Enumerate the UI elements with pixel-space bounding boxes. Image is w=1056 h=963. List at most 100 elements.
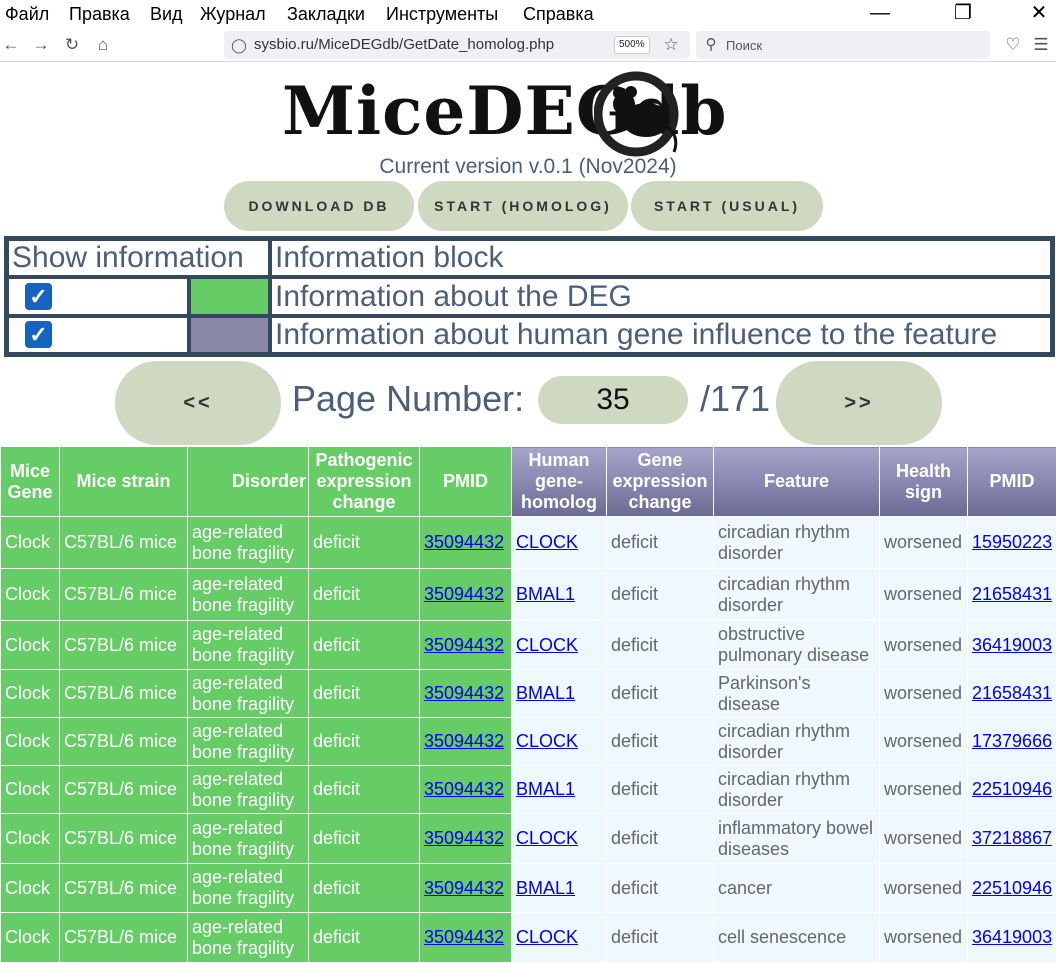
col-pmid-mice[interactable]: PMID (420, 447, 512, 517)
link-pmid-mice[interactable]: 35094432 (424, 878, 504, 898)
menu-bookmarks[interactable]: Закладки (287, 4, 365, 25)
cell-pmid-mice: 35094432 (420, 718, 512, 766)
cell-gene-expression-change: deficit (607, 718, 714, 766)
cell-gene-expression-change: deficit (607, 569, 714, 621)
forward-icon[interactable]: → (30, 34, 52, 56)
col-human-homolog[interactable]: Human gene-homolog (512, 447, 607, 517)
col-pmid-human[interactable]: PMID (968, 447, 1056, 517)
link-pmid-human[interactable]: 21658431 (972, 683, 1052, 703)
link-human-homolog[interactable]: BMAL1 (516, 584, 575, 604)
link-pmid-mice[interactable]: 35094432 (424, 927, 504, 947)
deg-color-swatch (189, 277, 270, 316)
nav-bar: ← → ↻ ⌂ ◯ sysbio.ru/MiceDEGdb/GetDate_ho… (0, 28, 1056, 62)
cell-mice-strain: C57BL/6 mice (60, 864, 188, 913)
cell-pmid-human: 22510946 (968, 766, 1056, 814)
close-icon[interactable]: ✕ (1016, 0, 1056, 28)
menu-history[interactable]: Журнал (200, 4, 266, 25)
link-pmid-mice[interactable]: 35094432 (424, 635, 504, 655)
address-bar[interactable]: ◯ sysbio.ru/MiceDEGdb/GetDate_homolog.ph… (224, 31, 690, 59)
cell-mice-strain: C57BL/6 mice (60, 718, 188, 766)
menu-help[interactable]: Справка (523, 4, 594, 25)
table-row: ClockC57BL/6 miceage-related bone fragil… (1, 814, 1056, 864)
table-header-row: Mice Gene Mice strain Disorder Pathogeni… (1, 447, 1056, 517)
menu-view[interactable]: Вид (150, 4, 183, 25)
col-mice-gene[interactable]: Mice Gene (1, 447, 60, 517)
menu-edit[interactable]: Правка (69, 4, 130, 25)
minimize-icon[interactable]: — (857, 0, 903, 28)
col-mice-strain[interactable]: Mice strain (60, 447, 188, 517)
link-pmid-human[interactable]: 22510946 (972, 779, 1052, 799)
menu-file[interactable]: Файл (5, 4, 49, 25)
pocket-icon[interactable]: ♡ (1002, 34, 1024, 56)
cell-pmid-human: 36419003 (968, 621, 1056, 670)
human-checkbox[interactable]: ✓ (25, 321, 52, 348)
shield-icon[interactable]: ◯ (228, 34, 250, 56)
link-pmid-mice[interactable]: 35094432 (424, 731, 504, 751)
reload-icon[interactable]: ↻ (61, 34, 83, 56)
link-pmid-mice[interactable]: 35094432 (424, 532, 504, 552)
link-pmid-human[interactable]: 37218867 (972, 828, 1052, 848)
cell-mice-strain: C57BL/6 mice (60, 670, 188, 718)
cell-disorder: age-related bone fragility (188, 766, 309, 814)
back-icon[interactable]: ← (0, 34, 22, 56)
link-pmid-mice[interactable]: 35094432 (424, 828, 504, 848)
version-text: Current version v.0.1 (Nov2024) (0, 155, 1056, 179)
col-disorder[interactable]: Disorder (188, 447, 309, 517)
cell-mice-gene: Clock (1, 718, 60, 766)
deg-checkbox[interactable]: ✓ (25, 283, 52, 310)
download-db-button[interactable]: DOWNLOAD DB (224, 181, 414, 231)
cell-feature: obstructive pulmonary disease (714, 621, 880, 670)
link-pmid-mice[interactable]: 35094432 (424, 584, 504, 604)
page-number-input[interactable] (538, 376, 688, 424)
cell-pmid-mice: 35094432 (420, 913, 512, 963)
cell-pathogenic-change: deficit (309, 913, 420, 963)
col-pathogenic-expression[interactable]: Pathogenic expression change (309, 447, 420, 517)
cell-mice-gene: Clock (1, 621, 60, 670)
next-page-button[interactable]: >> (776, 361, 942, 445)
start-usual-button[interactable]: START (USUAL) (631, 181, 823, 231)
cell-feature: cancer (714, 864, 880, 913)
link-human-homolog[interactable]: BMAL1 (516, 779, 575, 799)
link-human-homolog[interactable]: BMAL1 (516, 683, 575, 703)
link-pmid-mice[interactable]: 35094432 (424, 779, 504, 799)
menu-tools[interactable]: Инструменты (386, 4, 498, 25)
link-pmid-mice[interactable]: 35094432 (424, 683, 504, 703)
menu-icon[interactable]: ☰ (1030, 34, 1052, 56)
link-pmid-human[interactable]: 36419003 (972, 927, 1052, 947)
deg-checkbox-cell: ✓ (7, 277, 189, 316)
url-text[interactable]: sysbio.ru/MiceDEGdb/GetDate_homolog.php (254, 36, 554, 53)
search-bar[interactable]: ⚲ Поиск (696, 31, 990, 59)
cell-human-homolog: CLOCK (512, 913, 607, 963)
restore-icon[interactable]: ❐ (940, 0, 986, 28)
cell-pmid-mice: 35094432 (420, 864, 512, 913)
link-human-homolog[interactable]: CLOCK (516, 731, 578, 751)
cell-mice-strain: C57BL/6 mice (60, 621, 188, 670)
star-icon[interactable]: ☆ (660, 34, 682, 56)
link-human-homolog[interactable]: CLOCK (516, 635, 578, 655)
link-pmid-human[interactable]: 21658431 (972, 584, 1052, 604)
link-pmid-human[interactable]: 17379666 (972, 731, 1052, 751)
link-human-homolog[interactable]: CLOCK (516, 828, 578, 848)
prev-page-button[interactable]: << (115, 361, 281, 445)
link-human-homolog[interactable]: CLOCK (516, 532, 578, 552)
col-gene-expression[interactable]: Gene expression change (607, 447, 714, 517)
link-human-homolog[interactable]: BMAL1 (516, 878, 575, 898)
cell-gene-expression-change: deficit (607, 517, 714, 569)
cell-pathogenic-change: deficit (309, 517, 420, 569)
col-feature[interactable]: Feature (714, 447, 880, 517)
start-homolog-button[interactable]: START (HOMOLOG) (418, 181, 628, 231)
mouse-logo-icon (594, 66, 684, 158)
link-pmid-human[interactable]: 36419003 (972, 635, 1052, 655)
cell-pmid-human: 17379666 (968, 718, 1056, 766)
link-human-homolog[interactable]: CLOCK (516, 927, 578, 947)
link-pmid-human[interactable]: 22510946 (972, 878, 1052, 898)
cell-health-sign: worsened (880, 864, 968, 913)
zoom-badge[interactable]: 500% (614, 36, 650, 54)
cell-mice-strain: C57BL/6 mice (60, 814, 188, 864)
cell-pathogenic-change: deficit (309, 718, 420, 766)
cell-pmid-mice: 35094432 (420, 569, 512, 621)
home-icon[interactable]: ⌂ (92, 34, 114, 56)
link-pmid-human[interactable]: 15950223 (972, 532, 1052, 552)
site-logo: MiceDEGdb (282, 66, 782, 158)
col-health-sign[interactable]: Health sign (880, 447, 968, 517)
